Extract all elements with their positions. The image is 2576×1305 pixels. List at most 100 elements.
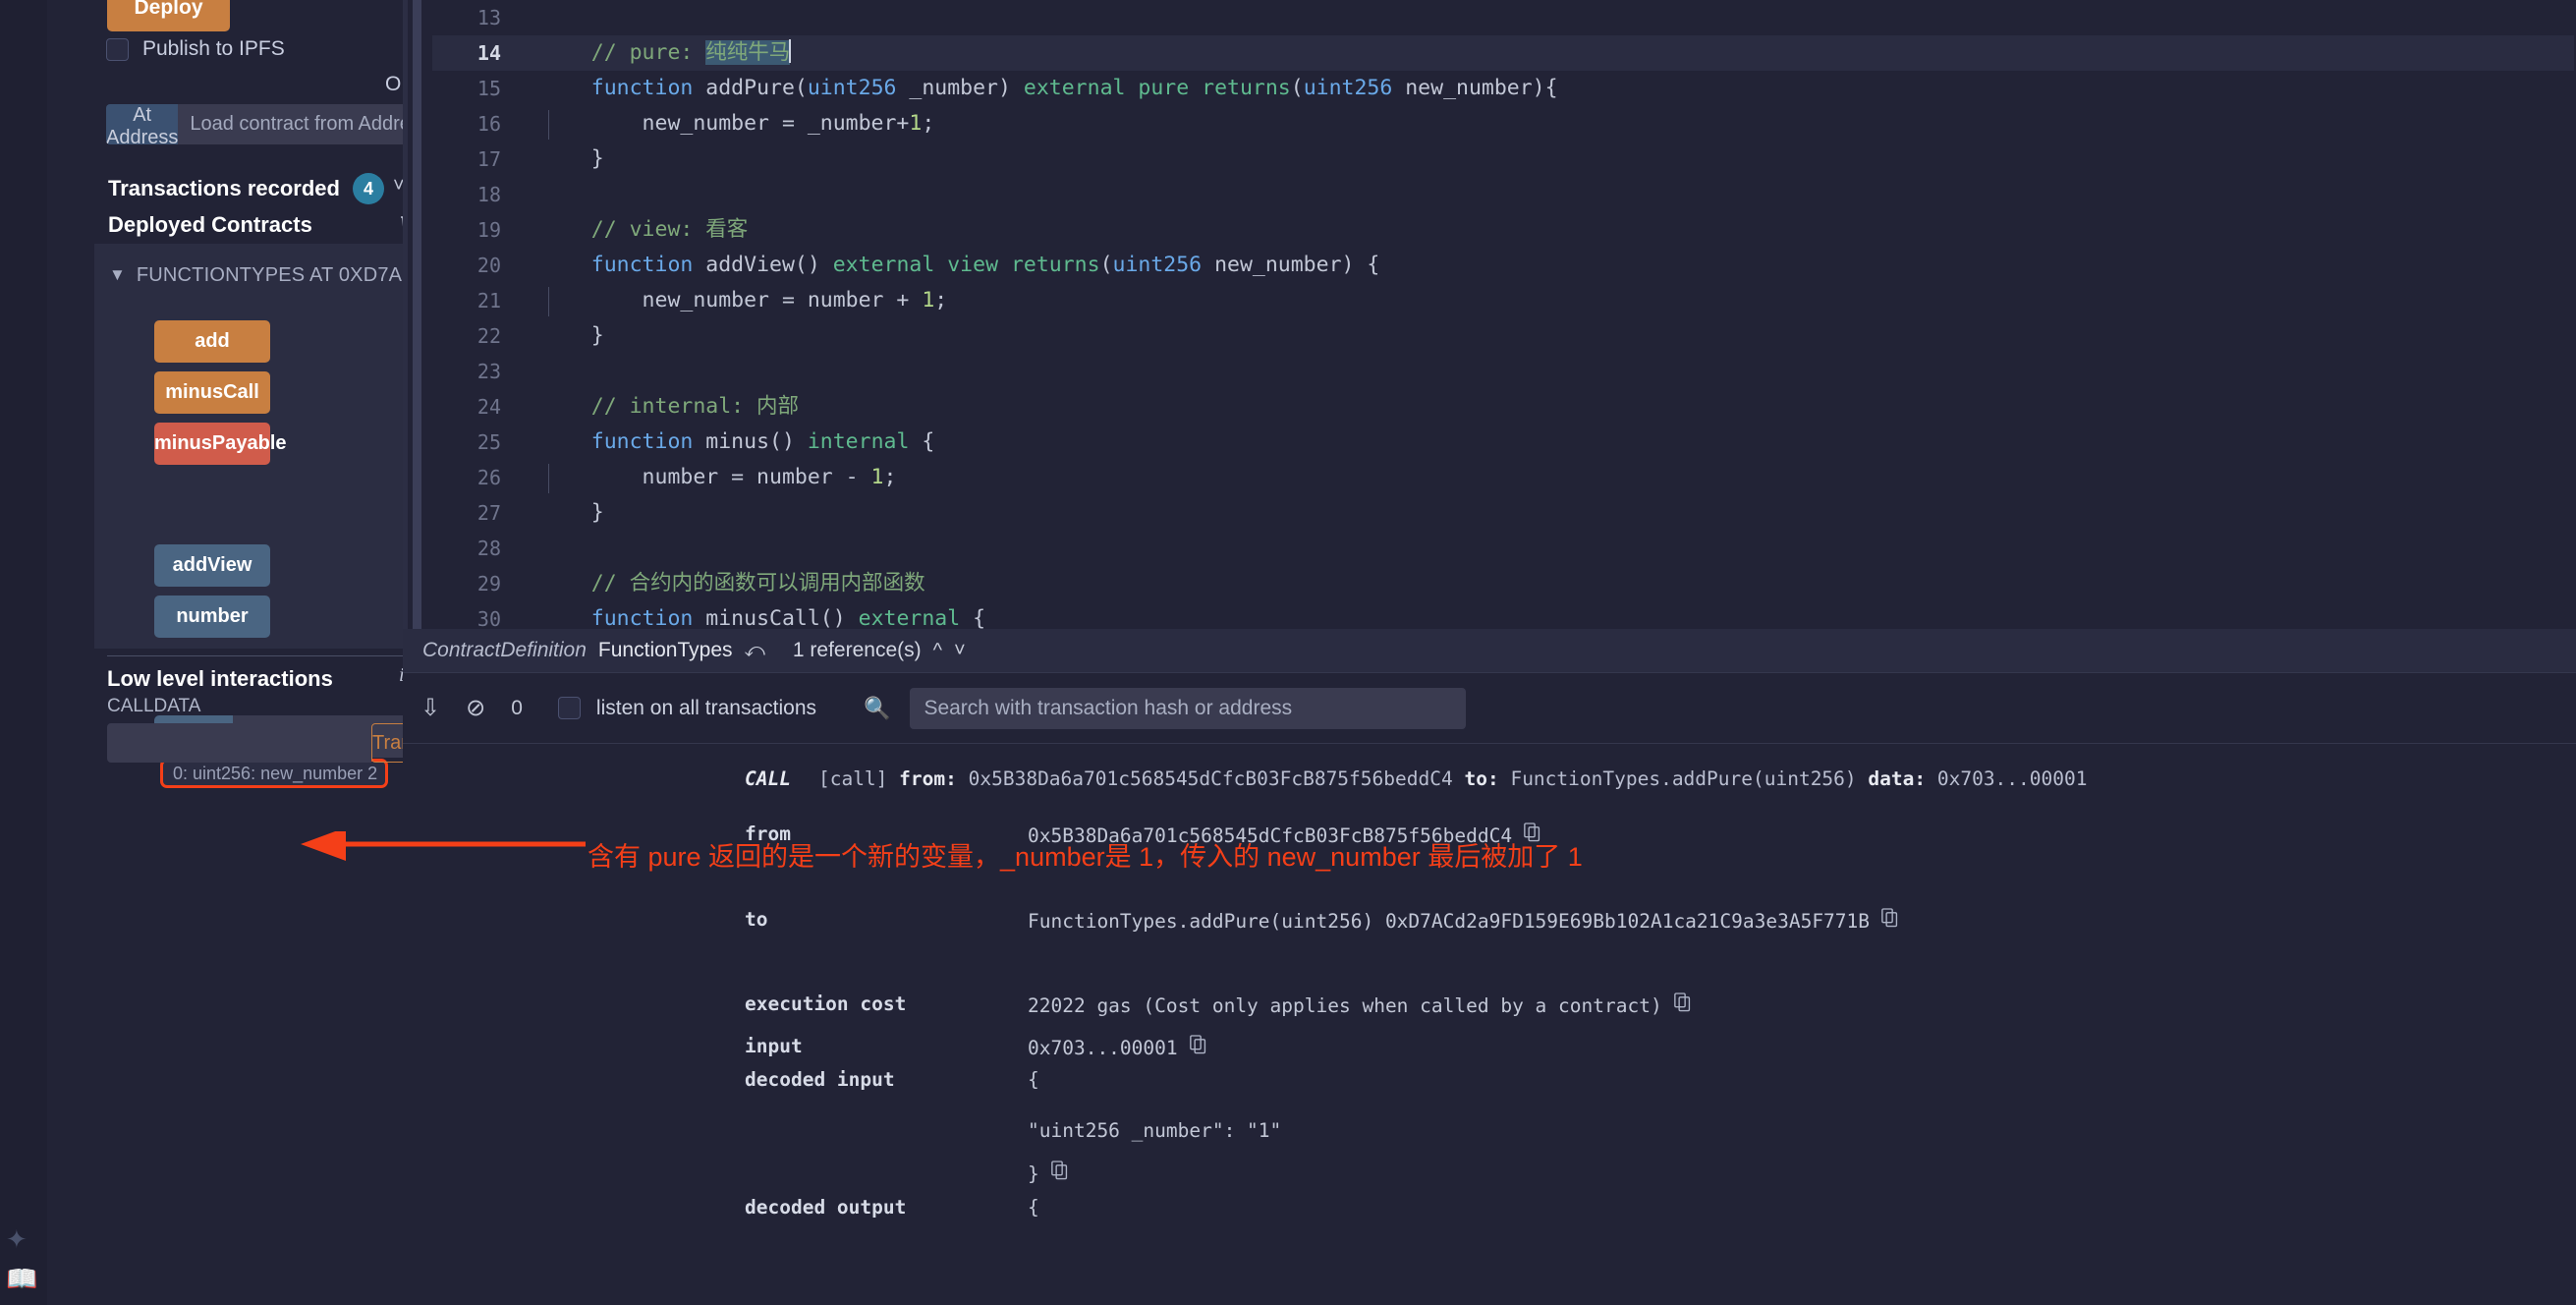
data-key: data:: [1868, 767, 1926, 790]
code-token: 1: [871, 465, 884, 489]
code-token: external: [859, 606, 961, 631]
line-number: 17: [432, 142, 501, 177]
editor-scrollbar[interactable]: [413, 0, 421, 631]
function-button-addview[interactable]: addView: [154, 544, 270, 587]
code-line[interactable]: 20 function addView() external view retu…: [432, 248, 2574, 283]
to-value: FunctionTypes.addPure(uint256): [1510, 767, 1856, 790]
from-address: 0x5B38Da6a701c568545dCfcB03FcB875f56bedd…: [969, 767, 1453, 790]
line-number: 23: [432, 354, 501, 389]
code-token: external pure returns: [1024, 76, 1291, 100]
from-key: from:: [899, 767, 957, 790]
breadcrumb-references: 1 reference(s): [793, 639, 922, 662]
text-cursor: [789, 39, 791, 63]
code-token: // internal: 内部: [591, 394, 799, 419]
code-line[interactable]: 14 // pure: 纯纯牛马: [432, 35, 2574, 71]
copy-icon[interactable]: [1190, 1035, 1207, 1059]
clear-console-icon[interactable]: ⊘: [466, 694, 485, 722]
code-token: new_number = _number+: [540, 111, 909, 136]
function-button-number[interactable]: number: [154, 596, 270, 638]
code-token: [540, 429, 591, 454]
code-token: // 合约内的函数可以调用内部函数: [591, 571, 925, 596]
code-line[interactable]: 21 new_number = number + 1;: [432, 283, 2574, 318]
collapse-all-icon[interactable]: ⇩: [420, 694, 440, 722]
code-token: internal: [808, 429, 910, 454]
transaction-search-input[interactable]: [910, 688, 1466, 729]
detail-value: }: [1028, 1161, 1069, 1185]
detail-value: {: [1028, 1196, 1039, 1219]
code-token: uint256: [808, 76, 897, 100]
publish-ipfs-checkbox[interactable]: [106, 38, 129, 61]
chevron-down-icon[interactable]: ˅: [954, 640, 966, 662]
listen-all-transactions-checkbox[interactable]: [558, 697, 581, 719]
publish-ipfs-row[interactable]: Publish to IPFS: [106, 37, 285, 61]
detail-key: execution cost: [745, 993, 906, 1015]
code-token: number = number -: [540, 465, 871, 489]
code-line[interactable]: 16 new_number = _number+1;: [432, 106, 2574, 142]
line-number: 25: [432, 425, 501, 460]
chevron-down-icon[interactable]: ▼: [109, 265, 126, 285]
code-line[interactable]: 28: [432, 531, 2574, 566]
code-line[interactable]: 17 }: [432, 142, 2574, 177]
code-text: // 合约内的函数可以调用内部函数: [540, 566, 925, 601]
code-editor[interactable]: 1314 // pure: 纯纯牛马15 function addPure(ui…: [403, 0, 2576, 631]
function-button-minuscall[interactable]: minusCall: [154, 371, 270, 414]
code-line[interactable]: 29 // 合约内的函数可以调用内部函数: [432, 566, 2574, 601]
line-number: 27: [432, 495, 501, 531]
editor-breadcrumb: ContractDefinition FunctionTypes ⤺ 1 ref…: [403, 629, 2576, 672]
data-value: 0x703...00001: [1937, 767, 2088, 790]
code-token: (: [1291, 76, 1304, 100]
detail-value: 0x703...00001: [1028, 1035, 1207, 1059]
code-line[interactable]: 24 // internal: 内部: [432, 389, 2574, 425]
code-text: new_number = _number+1;: [540, 106, 934, 142]
code-token: uint256: [1113, 253, 1203, 277]
transactions-recorded-row[interactable]: Transactions recorded 4: [108, 173, 384, 204]
code-token: ;: [884, 465, 897, 489]
line-number: 20: [432, 248, 501, 283]
code-line[interactable]: 13: [432, 0, 2574, 35]
terminal-toolbar: ⇩ ⊘ 0 listen on all transactions 🔍: [403, 672, 2576, 743]
code-line[interactable]: 22 }: [432, 318, 2574, 354]
contract-header[interactable]: ▼ FUNCTIONTYPES AT 0XD7A...F77: ✕: [94, 255, 450, 295]
rail-icon-book[interactable]: 📖: [6, 1266, 37, 1291]
code-token: minus(): [693, 429, 808, 454]
copy-icon[interactable]: [1881, 908, 1899, 933]
function-button-add[interactable]: add: [154, 320, 270, 363]
line-number: 21: [432, 283, 501, 318]
code-token: function: [591, 606, 694, 631]
code-token: function: [591, 429, 694, 454]
detail-key: input: [745, 1035, 803, 1057]
code-line[interactable]: 25 function minus() internal {: [432, 425, 2574, 460]
go-to-reference-icon[interactable]: ⤺: [745, 640, 765, 662]
code-token: {: [960, 606, 985, 631]
chevron-up-icon[interactable]: ^: [933, 640, 942, 662]
transaction-call-summary[interactable]: CALL[call] from: 0x5B38Da6a701c568545dCf…: [403, 767, 2576, 807]
detail-key: decoded output: [745, 1196, 906, 1219]
code-token: uint256: [1304, 76, 1393, 100]
breadcrumb-name: FunctionTypes: [598, 639, 733, 662]
to-key: to:: [1464, 767, 1498, 790]
load-contract-address-input[interactable]: [178, 104, 413, 144]
publish-ipfs-label: Publish to IPFS: [142, 37, 285, 61]
code-token: }: [540, 323, 604, 348]
copy-icon[interactable]: [1674, 993, 1692, 1017]
transaction-log: CALL[call] from: 0x5B38Da6a701c568545dCf…: [403, 743, 2576, 1305]
listen-all-transactions-label: listen on all transactions: [596, 697, 816, 720]
code-token: new_number) {: [1202, 253, 1379, 277]
breadcrumb-kind: ContractDefinition: [422, 639, 587, 662]
code-line[interactable]: 26 number = number - 1;: [432, 460, 2574, 495]
function-button-minuspayable[interactable]: minusPayable: [154, 423, 270, 465]
code-line[interactable]: 23: [432, 354, 2574, 389]
editor-code-area[interactable]: 1314 // pure: 纯纯牛马15 function addPure(ui…: [432, 0, 2574, 631]
code-line[interactable]: 18: [432, 177, 2574, 212]
code-token: [540, 40, 591, 65]
code-line[interactable]: 27 }: [432, 495, 2574, 531]
code-line[interactable]: 19 // view: 看客: [432, 212, 2574, 248]
rail-icon-star[interactable]: ✦: [6, 1226, 28, 1252]
calldata-input[interactable]: [107, 723, 371, 763]
code-token: (: [1100, 253, 1113, 277]
detail-value: {: [1028, 1068, 1039, 1091]
deploy-button[interactable]: Deploy: [107, 0, 230, 31]
at-address-button[interactable]: At Address: [106, 104, 178, 144]
code-line[interactable]: 15 function addPure(uint256 _number) ext…: [432, 71, 2574, 106]
copy-icon[interactable]: [1051, 1161, 1069, 1185]
